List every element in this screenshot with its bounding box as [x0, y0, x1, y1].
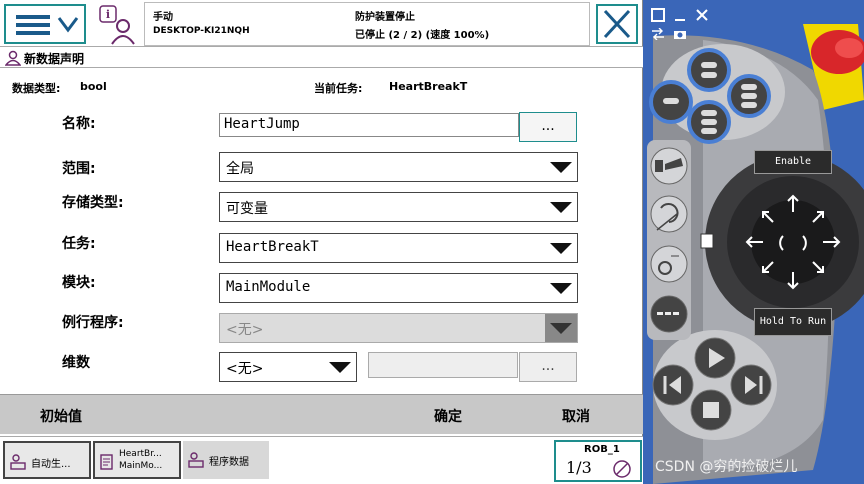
program-data-icon [188, 452, 204, 468]
toggle-motion-mode-key[interactable] [650, 195, 688, 233]
module-value: MainModule [226, 279, 311, 295]
quickset-button[interactable]: ROB_1 1/3 [554, 440, 642, 482]
chevron-down-icon [57, 17, 79, 33]
flexpendant-hardware-panel [643, 0, 864, 484]
increment-fraction: 1/3 [566, 458, 592, 477]
task-label: 任务: [62, 236, 96, 252]
safety-status: 防护装置停止 [355, 12, 415, 23]
task-program-editor-label: HeartBr... MainMo... [119, 449, 163, 471]
module-label: 模块: [62, 275, 96, 291]
toggle-increment-key[interactable] [650, 245, 688, 283]
taskbar: 自动生... HeartBr... MainMo... 程序数据 [0, 436, 643, 484]
dimensions-select[interactable]: <无> [219, 352, 357, 382]
storage-type-label: 存储类型: [62, 195, 124, 211]
watermark: CSDN @穷的捡破烂儿 [655, 459, 798, 475]
enable-label: Enable [754, 150, 832, 174]
run-status: 已停止 (2 / 2) (速度 100%) [355, 30, 490, 41]
operator-status-icon: i [99, 5, 135, 45]
hold-to-run-label: Hold To Run [754, 308, 832, 336]
robot-unit-label: ROB_1 [584, 444, 620, 455]
program-editor-icon [100, 454, 113, 470]
data-declaration-icon [5, 50, 21, 66]
dropdown-arrow-icon [329, 362, 351, 373]
dimensions-input [368, 352, 518, 378]
task-program-data-label: 程序数据 [209, 457, 249, 468]
window-title: 新数据声明 [24, 52, 85, 66]
programmable-key-2[interactable] [649, 80, 693, 124]
flexpendant-screen: i 手动 DESKTOP-KI21NQH 防护装置停止 已停止 (2 / 2) … [0, 0, 725, 484]
current-task-label: 当前任务: [314, 82, 363, 95]
name-label: 名称: [62, 116, 96, 132]
task-value: HeartBreakT [226, 239, 319, 255]
speed-stop-icon [613, 460, 631, 478]
status-bar[interactable]: 手动 DESKTOP-KI21NQH 防护装置停止 已停止 (2 / 2) (速… [144, 2, 725, 46]
dropdown-arrow-icon [550, 283, 572, 294]
task-select[interactable]: HeartBreakT [219, 233, 578, 263]
start-button[interactable] [694, 337, 736, 379]
name-input[interactable]: HeartJump [219, 113, 519, 137]
dimensions-edit-button: ... [519, 352, 577, 382]
svg-text:i: i [106, 8, 110, 21]
routine-value: <无> [226, 322, 264, 338]
step-forward-button[interactable] [730, 364, 772, 406]
dropdown-arrow-icon [550, 202, 572, 213]
joystick[interactable] [745, 194, 841, 290]
routine-select: <无> [219, 313, 578, 343]
window-title-bar: 新数据声明 [0, 46, 643, 68]
storage-type-value: 可变量 [226, 201, 268, 217]
scope-select[interactable]: 全局 [219, 152, 578, 182]
action-bar: 初始值 确定 取消 [0, 394, 643, 434]
stop-button[interactable] [690, 389, 732, 431]
dropdown-arrow-icon [550, 162, 572, 173]
menu-icon [16, 15, 50, 35]
toggle-lead-key[interactable] [650, 295, 688, 333]
select-mechanical-unit-key[interactable] [650, 147, 688, 185]
initial-value-button[interactable]: 初始值 [40, 406, 82, 426]
close-icon [603, 9, 631, 39]
task-program-data[interactable]: 程序数据 [183, 441, 269, 479]
name-keyboard-button[interactable]: ... [519, 112, 577, 142]
storage-type-select[interactable]: 可变量 [219, 192, 578, 222]
cancel-button[interactable]: 取消 [562, 406, 590, 426]
data-type-label: 数据类型: [12, 82, 61, 95]
data-type-value: bool [80, 80, 107, 93]
routine-label: 例行程序: [62, 315, 124, 331]
flexpendant-keys [649, 48, 841, 431]
ok-button[interactable]: 确定 [434, 406, 462, 426]
scope-label: 范围: [62, 161, 96, 177]
dropdown-arrow-icon [545, 314, 577, 342]
operating-mode: 手动 [153, 12, 173, 23]
task-autoconfig[interactable]: 自动生... [3, 441, 91, 479]
production-window-icon [10, 454, 26, 470]
dropdown-arrow-icon [550, 243, 572, 254]
step-backward-button[interactable] [652, 364, 694, 406]
abb-menu-button[interactable] [4, 4, 86, 44]
dimensions-value: <无> [226, 361, 264, 377]
programmable-key-1[interactable] [687, 48, 731, 92]
current-task-value: HeartBreakT [389, 80, 468, 93]
stylus-holder [700, 233, 714, 249]
programmable-key-4[interactable] [727, 74, 771, 118]
module-select[interactable]: MainModule [219, 273, 578, 303]
task-program-editor[interactable]: HeartBr... MainMo... [93, 441, 181, 479]
task-autoconfig-label: 自动生... [31, 459, 71, 470]
programmable-key-3[interactable] [687, 100, 731, 144]
dimensions-label: 维数 [62, 355, 90, 371]
host-name: DESKTOP-KI21NQH [153, 26, 250, 36]
scope-value: 全局 [226, 161, 254, 177]
close-button[interactable] [596, 4, 638, 44]
